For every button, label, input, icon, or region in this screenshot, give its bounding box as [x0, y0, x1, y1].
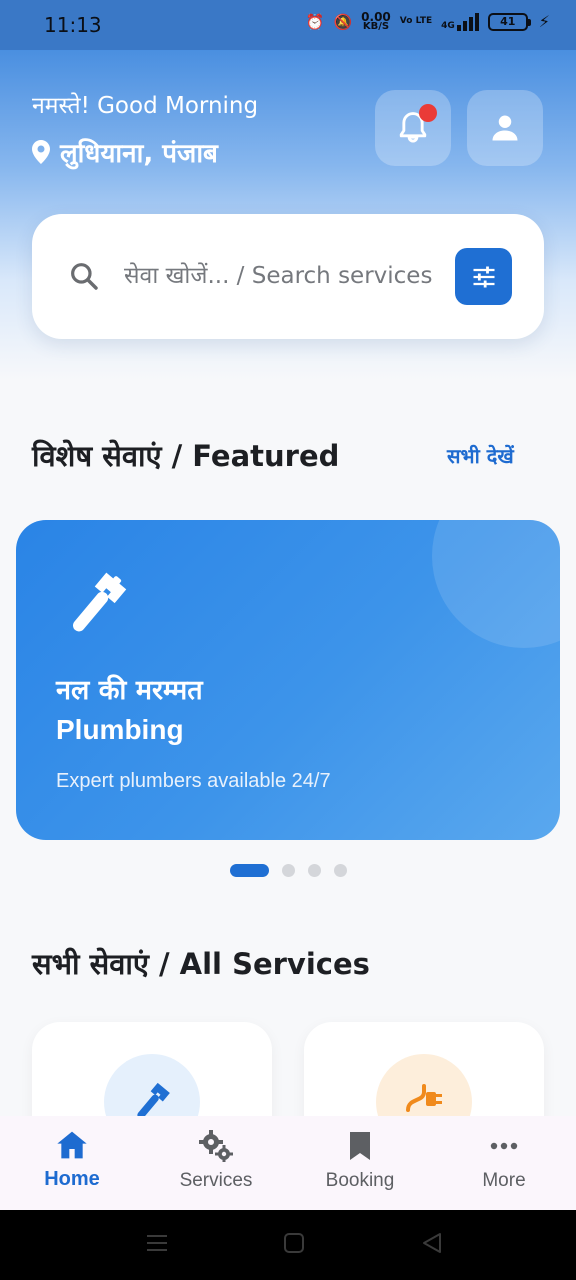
- carousel-indicator: [230, 864, 347, 877]
- nav-label: More: [482, 1170, 526, 1191]
- see-all-link[interactable]: सभी देखें: [447, 442, 514, 469]
- nav-home[interactable]: Home: [0, 1116, 144, 1210]
- net-speed: 0.00 KB/S: [361, 9, 391, 32]
- bookmark-icon: [350, 1132, 370, 1160]
- person-icon: [492, 115, 518, 141]
- notifications-button[interactable]: [375, 90, 451, 166]
- recents-icon[interactable]: [146, 1232, 168, 1254]
- bottom-navigation: Home Services Booking More: [0, 1116, 576, 1210]
- more-dots-icon: [490, 1142, 518, 1150]
- featured-title-hindi: नल की मरम्मत: [56, 675, 203, 706]
- status-time: 11:13: [44, 13, 102, 37]
- filter-button[interactable]: [455, 248, 512, 305]
- system-navigation-bar: [0, 1210, 576, 1280]
- search-input[interactable]: [124, 256, 454, 296]
- nav-label: Booking: [325, 1170, 395, 1191]
- location-pin-icon: [32, 140, 50, 164]
- battery-icon: 41: [487, 12, 531, 31]
- location[interactable]: लुधियाना, पंजाब: [32, 134, 218, 170]
- home-icon: [57, 1131, 87, 1159]
- volte-label: Vo LTE: [399, 16, 433, 26]
- featured-section-title: विशेष सेवाएं / Featured: [32, 439, 340, 473]
- featured-title-english: Plumbing: [56, 714, 184, 745]
- search-icon: [71, 263, 98, 290]
- search-bar: [32, 214, 544, 339]
- nav-label: Services: [179, 1170, 253, 1191]
- location-label: लुधियाना, पंजाब: [60, 139, 218, 169]
- featured-description: Expert plumbers available 24/7: [56, 770, 331, 792]
- charging-icon: ⚡: [538, 12, 550, 31]
- all-services-section-title: सभी सेवाएं / All Services: [32, 947, 370, 981]
- nav-more[interactable]: More: [432, 1116, 576, 1210]
- carousel-dot[interactable]: [334, 864, 347, 877]
- featured-service-card[interactable]: नल की मरम्मत Plumbing Expert plumbers av…: [16, 520, 560, 840]
- wrench-icon: [73, 572, 127, 632]
- notification-badge: [419, 104, 437, 122]
- carousel-dot[interactable]: [308, 864, 321, 877]
- mute-icon: 🔕: [333, 12, 353, 31]
- status-icons: ⏰ 🔕 0.00 KB/S Vo LTE 4G 41 ⚡: [305, 9, 550, 32]
- home-system-icon[interactable]: [284, 1232, 304, 1254]
- status-bar: 11:13 ⏰ 🔕 0.00 KB/S Vo LTE 4G 41 ⚡: [0, 0, 576, 50]
- greeting-text: नमस्ते! Good Morning: [32, 93, 259, 119]
- carousel-dot[interactable]: [282, 864, 295, 877]
- plug-icon: [406, 1084, 442, 1112]
- signal-icon: 4G: [441, 12, 479, 31]
- nav-services[interactable]: Services: [144, 1116, 288, 1210]
- sliders-icon: [473, 266, 494, 287]
- profile-button[interactable]: [467, 90, 543, 166]
- back-icon[interactable]: [422, 1232, 442, 1254]
- gears-icon: [199, 1130, 233, 1162]
- decorative-circle: [432, 520, 560, 648]
- nav-booking[interactable]: Booking: [288, 1116, 432, 1210]
- carousel-dot[interactable]: [230, 864, 269, 877]
- alarm-icon: ⏰: [305, 12, 325, 31]
- nav-label: Home: [44, 1168, 100, 1190]
